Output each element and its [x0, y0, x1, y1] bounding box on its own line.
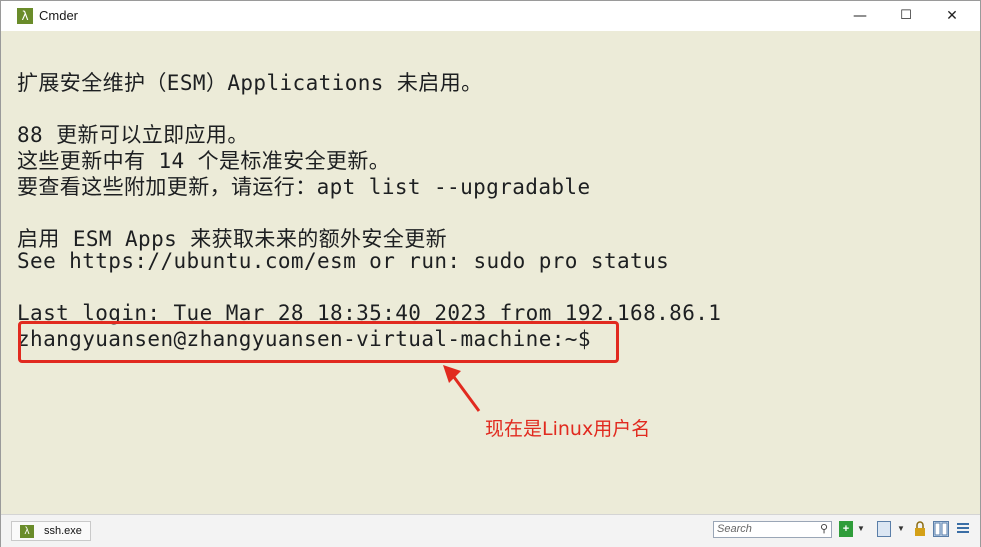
title-bar[interactable]: λ Cmder — ☐ ✕ — [1, 1, 980, 31]
split-view-icon[interactable] — [933, 521, 949, 537]
prompt-highlight-box — [18, 321, 619, 363]
window-title: Cmder — [39, 8, 79, 23]
terminal-line: 要查看这些附加更新，请运行：apt list --upgradable — [17, 175, 591, 199]
lambda-app-icon[interactable]: λ — [17, 8, 33, 24]
terminal-line: See https://ubuntu.com/esm or run: sudo … — [17, 249, 670, 273]
console-tab-label: ssh.exe — [44, 525, 82, 537]
maximize-button[interactable]: ☐ — [883, 1, 929, 31]
terminal-output[interactable]: 扩展安全维护（ESM）Applications 未启用。 88 更新可以立即应用… — [9, 31, 972, 513]
search-icon[interactable]: ⚲ — [820, 522, 828, 537]
dropdown-icon[interactable]: ▼ — [856, 521, 866, 537]
search-placeholder: Search — [717, 523, 752, 535]
annotation-arrow-icon — [443, 365, 481, 412]
terminal-line: 扩展安全维护（ESM）Applications 未启用。 — [17, 71, 483, 95]
console-tab[interactable]: λ ssh.exe — [11, 521, 91, 541]
annotation-text: 现在是Linux用户名 — [485, 418, 651, 440]
console-icon[interactable] — [877, 521, 891, 537]
dropdown-icon[interactable]: ▼ — [896, 521, 906, 537]
search-input[interactable]: Search ⚲ — [713, 521, 832, 538]
status-bar: λ ssh.exe Search ⚲ + ▼ ▼ — [1, 514, 980, 547]
lock-icon[interactable] — [913, 521, 927, 537]
close-button[interactable]: ✕ — [929, 1, 975, 31]
minimize-button[interactable]: — — [837, 1, 883, 31]
menu-icon[interactable] — [956, 521, 970, 537]
cmder-window: λ Cmder — ☐ ✕ 扩展安全维护（ESM）Applications 未启… — [0, 0, 981, 547]
add-console-icon[interactable]: + — [839, 521, 853, 537]
lambda-tab-icon: λ — [20, 525, 34, 538]
